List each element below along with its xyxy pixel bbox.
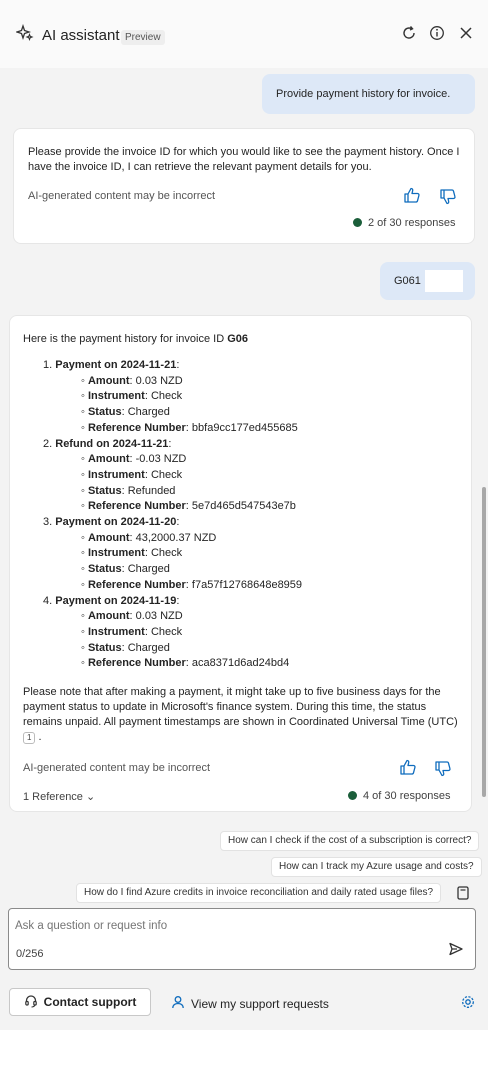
amount-label: Amount	[87, 531, 130, 544]
amount-value: -0.03 NZD	[135, 453, 187, 466]
status-value: Refunded	[127, 484, 176, 497]
amount-value: 0.03 NZD	[135, 374, 183, 387]
thumbs-down-icon[interactable]	[439, 188, 457, 206]
reference-value: aca8371d6ad24bd4	[191, 657, 290, 670]
assistant-panel: AI assistant Preview Provide payment his…	[0, 0, 488, 1030]
item-number: 2.	[43, 437, 53, 450]
person-icon	[171, 995, 185, 1012]
instrument-label: Instrument	[87, 547, 145, 560]
payment-title: Payment on 2024-11-20	[55, 516, 177, 529]
ai-disclaimer: AI-generated content may be incorrect	[28, 190, 216, 202]
status-value: Charged	[127, 563, 170, 576]
reference-value: 5e7d465d547543e7b	[191, 500, 296, 513]
reference-label: Reference Number	[87, 500, 186, 513]
status-label: Status	[87, 406, 122, 419]
response-dot	[353, 218, 362, 227]
assistant-message-text: Please provide the invoice ID for which …	[28, 146, 460, 173]
gear-icon[interactable]	[461, 995, 475, 1009]
instrument-label: Instrument	[87, 468, 145, 481]
status-value: Charged	[127, 406, 170, 419]
item-number: 3.	[43, 516, 53, 529]
contact-support-button[interactable]: Contact support	[9, 988, 151, 1016]
user-message: Provide payment history for invoice.	[262, 74, 475, 114]
instrument-value: Check	[150, 390, 183, 403]
payment-title: Payment on 2024-11-19	[55, 594, 177, 607]
response-counter: 4 of 30 responses	[348, 790, 450, 802]
headset-icon	[24, 994, 38, 1011]
payment-title: Payment on 2024-11-21	[55, 359, 177, 371]
references-toggle[interactable]: 1 Reference ⌄	[23, 790, 95, 803]
thumbs-up-icon[interactable]	[403, 186, 421, 204]
invoice-id: G06	[227, 333, 248, 345]
view-support-requests-label: View my support requests	[191, 996, 329, 1011]
info-icon[interactable]	[428, 24, 446, 42]
preview-badge: Preview	[121, 30, 165, 45]
instrument-value: Check	[150, 625, 183, 638]
assistant-message: Here is the payment history for invoice …	[9, 315, 472, 812]
chat-input[interactable]	[15, 917, 435, 935]
char-counter: 0/256	[16, 948, 44, 960]
assistant-intro: Here is the payment history for invoice …	[23, 332, 248, 347]
amount-value: 0.03 NZD	[135, 610, 183, 623]
suggestion-chip[interactable]: How do I find Azure credits in invoice r…	[76, 883, 442, 903]
thumbs-down-icon[interactable]	[434, 760, 452, 778]
status-label: Status	[87, 563, 122, 576]
assistant-message: Please provide the invoice ID for which …	[13, 128, 475, 244]
response-dot	[348, 791, 357, 800]
reference-value: bbfa9cc177ed455685	[191, 421, 298, 434]
amount-label: Amount	[87, 610, 130, 623]
sparkle-icon	[16, 24, 34, 42]
instrument-label: Instrument	[87, 625, 145, 638]
status-label: Status	[87, 484, 122, 497]
instrument-value: Check	[150, 547, 183, 560]
payment-title: Refund on 2024-11-21	[55, 437, 169, 450]
instrument-label: Instrument	[87, 390, 145, 403]
amount-label: Amount	[87, 453, 130, 466]
reference-value: f7a57f12768648e8959	[191, 578, 303, 591]
refresh-icon[interactable]	[400, 24, 418, 42]
status-label: Status	[87, 641, 122, 654]
payment-item: 4. Payment on 2024-11-19: ◦ Amount: 0.03…	[43, 594, 290, 670]
scrollbar[interactable]	[482, 487, 486, 797]
item-number: 1.	[43, 359, 53, 371]
panel-title: AI assistant	[42, 27, 120, 44]
citation-badge[interactable]: 1	[23, 732, 36, 744]
reference-label: Reference Number	[87, 578, 186, 591]
close-icon[interactable]	[457, 24, 475, 42]
send-icon[interactable]	[448, 941, 464, 957]
amount-label: Amount	[87, 374, 130, 387]
payment-list: 1. Payment on 2024-11-21: ◦ Amount: 0.03…	[23, 358, 333, 672]
references-label: 1 Reference	[23, 791, 83, 803]
suggestion-chip[interactable]: How can I check if the cost of a subscri…	[220, 831, 480, 851]
chevron-down-icon: ⌄	[86, 791, 96, 803]
chat-input-box[interactable]: 0/256	[8, 908, 476, 970]
status-value: Charged	[127, 641, 170, 654]
note-text: Please note that after making a payment,…	[23, 686, 458, 728]
reference-label: Reference Number	[87, 421, 186, 434]
view-support-requests-link[interactable]: View my support requests	[171, 995, 329, 1012]
reference-label: Reference Number	[87, 657, 186, 670]
item-number: 4.	[43, 594, 53, 607]
thumbs-up-icon[interactable]	[399, 758, 417, 776]
user-message-text: G061	[394, 275, 421, 287]
contact-support-label: Contact support	[43, 995, 137, 1009]
response-counter-text: 4 of 30 responses	[363, 790, 451, 802]
payment-item: 2. Refund on 2024-11-21: ◦ Amount: -0.03…	[43, 437, 296, 513]
suggestion-chip[interactable]: How can I track my Azure usage and costs…	[271, 857, 482, 877]
intro-text: Here is the payment history for invoice …	[23, 333, 228, 345]
response-counter: 2 of 30 responses	[353, 217, 455, 229]
redaction	[424, 270, 463, 293]
amount-value: 43,2000.37 NZD	[135, 531, 217, 544]
payment-item: 1. Payment on 2024-11-21: ◦ Amount: 0.03…	[43, 359, 298, 434]
payment-note: Please note that after making a payment,…	[23, 686, 458, 744]
header: AI assistant Preview	[0, 0, 488, 68]
response-counter-text: 2 of 30 responses	[368, 217, 456, 229]
user-message: G061	[380, 262, 475, 300]
payment-item: 3. Payment on 2024-11-20: ◦ Amount: 43,2…	[43, 516, 303, 591]
notebook-icon[interactable]	[455, 885, 471, 901]
ai-disclaimer: AI-generated content may be incorrect	[23, 762, 211, 774]
user-message-text: Provide payment history for invoice.	[276, 88, 451, 100]
instrument-value: Check	[150, 468, 183, 481]
